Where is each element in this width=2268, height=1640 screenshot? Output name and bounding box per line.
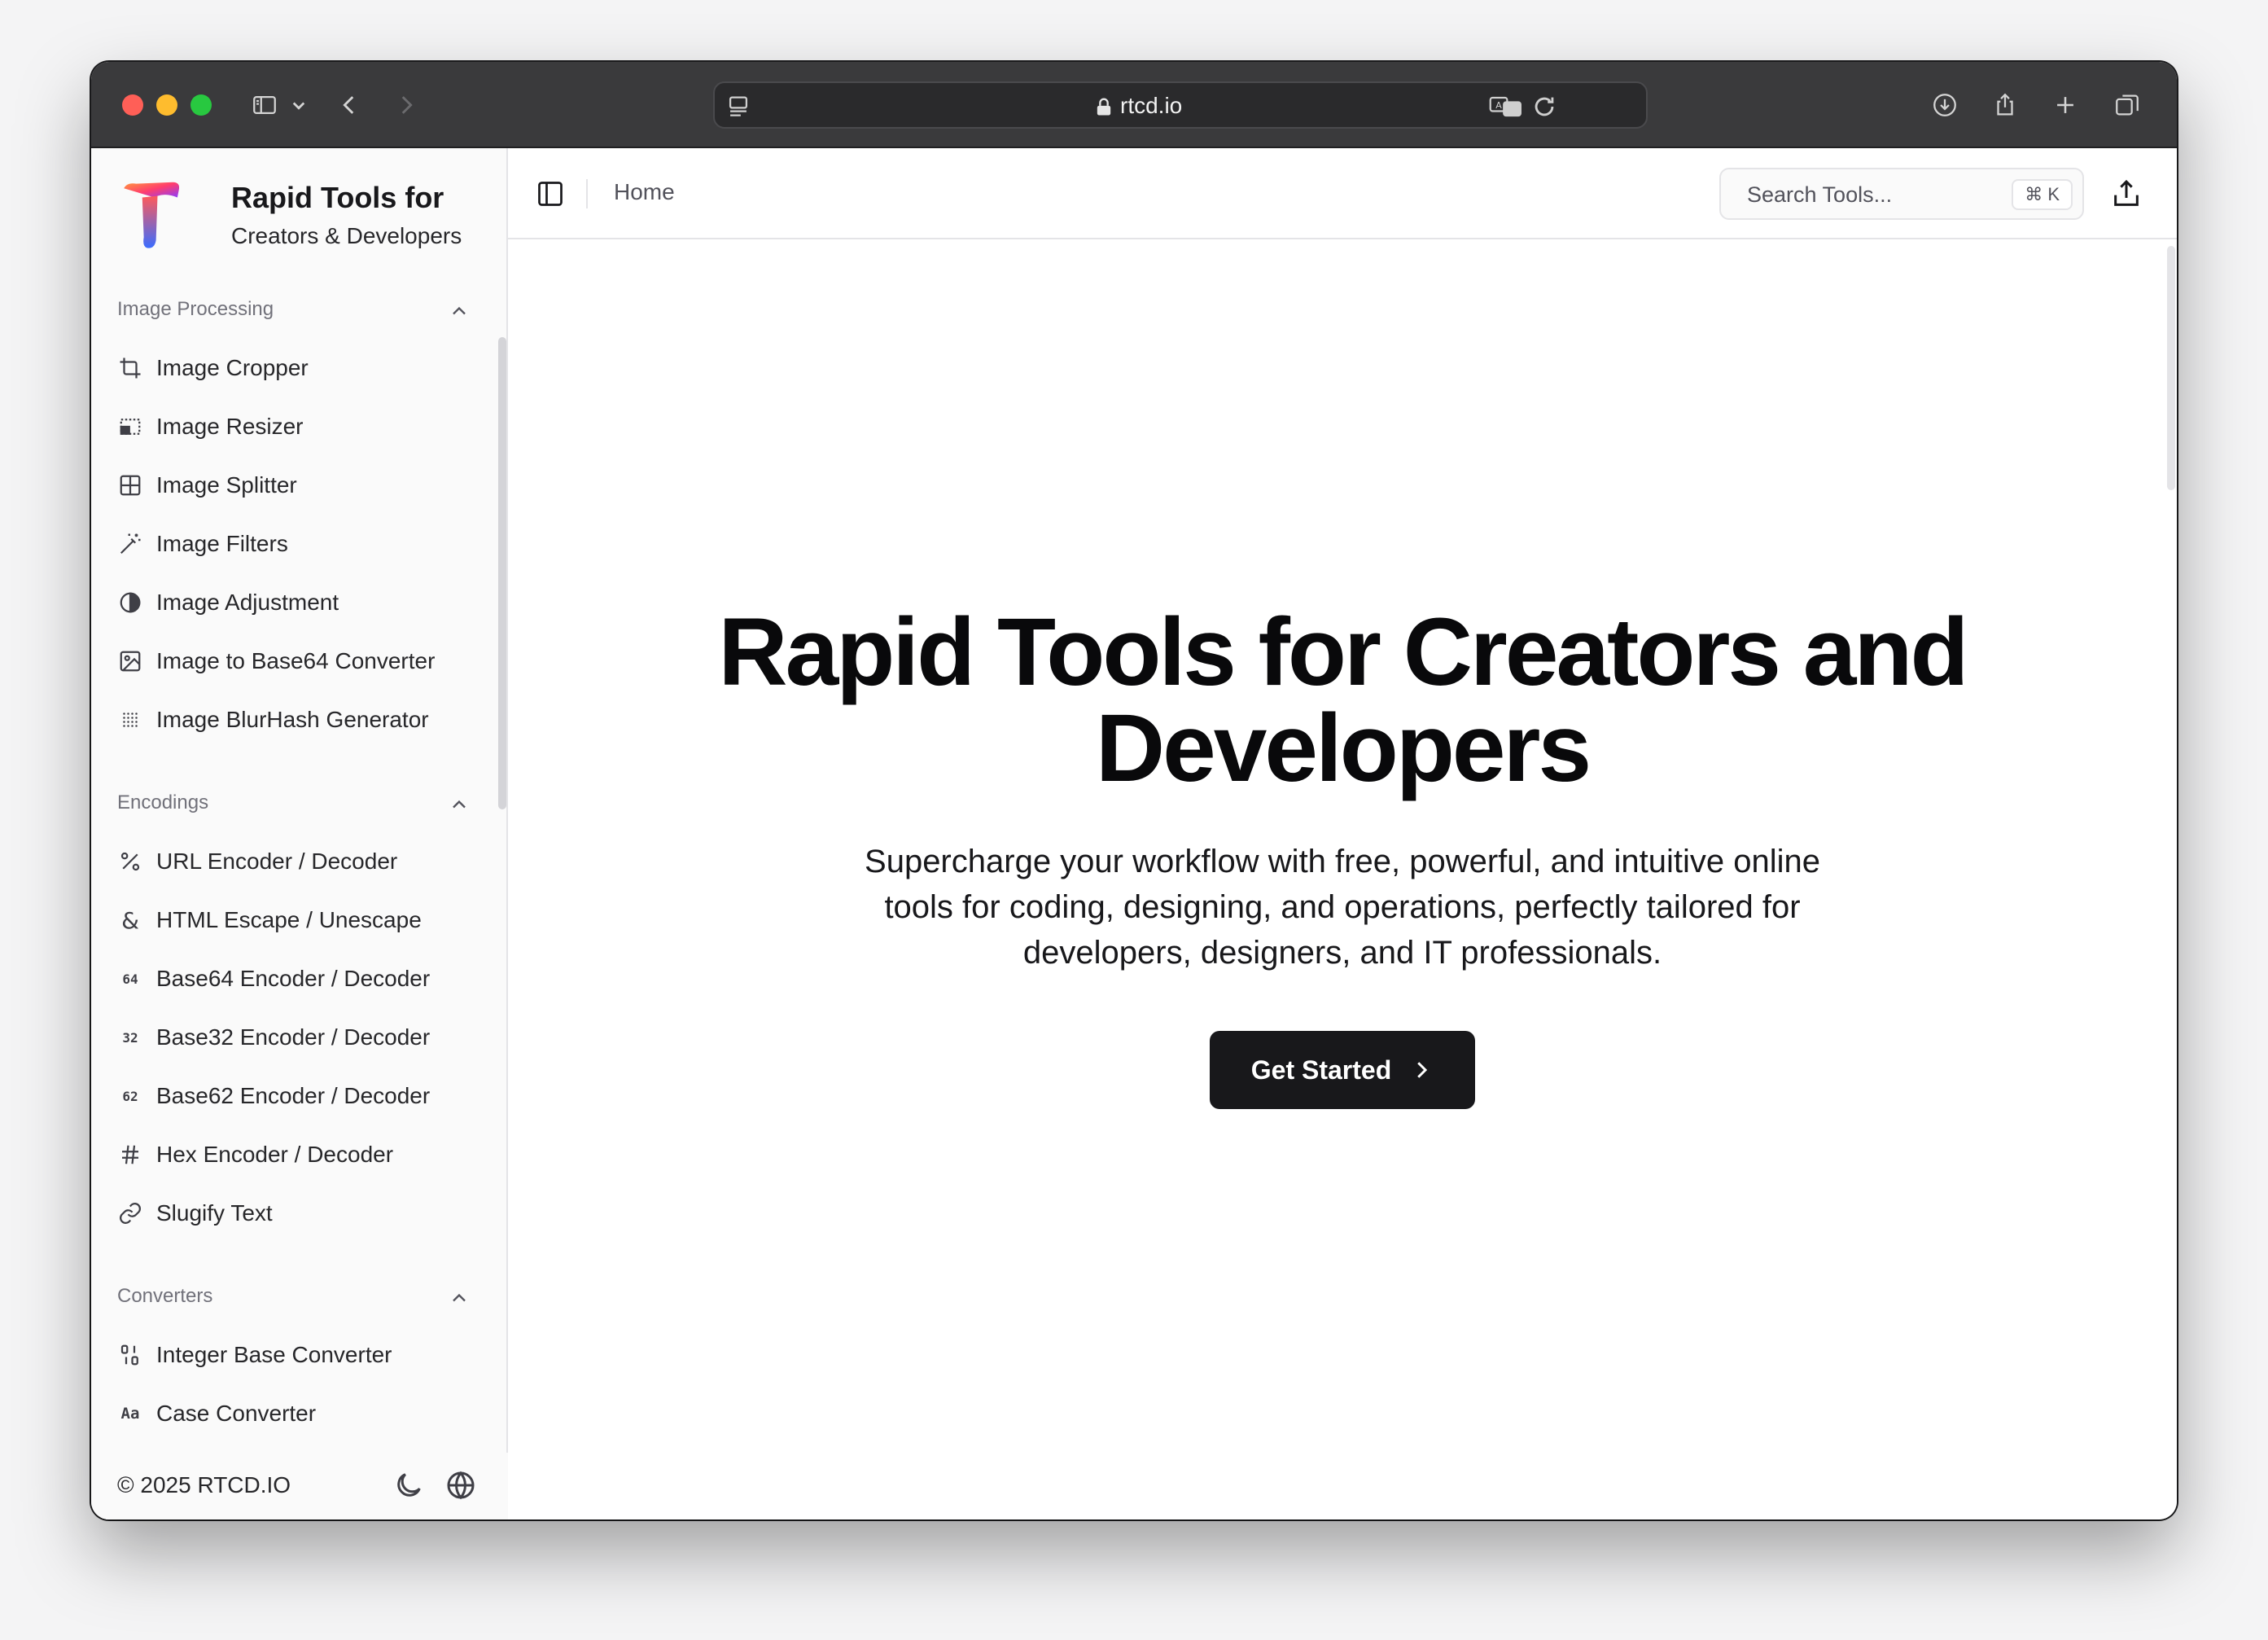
percent-icon: [117, 849, 143, 875]
brand[interactable]: Rapid Tools for Creators & Developers: [120, 179, 495, 261]
chevron-up-icon[interactable]: [448, 793, 471, 816]
hero: Rapid Tools for Creators and Developers …: [508, 604, 2177, 1109]
image-code-icon: [117, 648, 143, 674]
group-converters[interactable]: Converters: [91, 1272, 498, 1326]
group-title: Image Processing: [117, 298, 274, 320]
group-title: Converters: [117, 1285, 213, 1307]
page-header: Home Search Tools... ⌘ K: [508, 148, 2177, 239]
chevron-down-icon[interactable]: [287, 86, 311, 124]
svg-text:A: A: [1495, 100, 1502, 111]
group-title: Encodings: [117, 791, 209, 813]
62-icon: 62: [122, 1088, 138, 1104]
globe-icon[interactable]: [444, 1469, 477, 1502]
sidebar-item-url-encoder[interactable]: URL Encoder / Decoder: [91, 832, 498, 891]
brand-subtitle: Creators & Developers: [231, 223, 462, 248]
get-started-label: Get Started: [1250, 1055, 1392, 1085]
zoom-window-button[interactable]: [190, 94, 212, 116]
sidebar-scrollbar[interactable]: [498, 337, 506, 809]
sidebar-item-base62[interactable]: 62 Base62 Encoder / Decoder: [91, 1067, 498, 1125]
ampersand-icon: &: [121, 906, 139, 934]
hero-title: Rapid Tools for Creators and Developers: [718, 599, 1968, 802]
panel-toggle-icon[interactable]: [536, 179, 565, 208]
share-icon[interactable]: [2110, 178, 2143, 210]
breadcrumb[interactable]: Home: [614, 179, 675, 205]
downloads-icon[interactable]: [1926, 86, 1964, 124]
case-icon: Aa: [120, 1405, 140, 1423]
hash-icon: [117, 1142, 143, 1168]
header-divider: [586, 179, 588, 208]
crop-icon: [117, 355, 143, 381]
sidebar-item-image-cropper[interactable]: Image Cropper: [91, 339, 498, 397]
browser-window: rtcd.io A Rapid Tools for Creators & Dev…: [91, 62, 2177, 1519]
sidebar-item-base32[interactable]: 32 Base32 Encoder / Decoder: [91, 1008, 498, 1067]
chevron-right-icon: [1417, 1062, 1428, 1078]
binary-icon: [117, 1342, 143, 1368]
tab-overview-icon[interactable]: [2108, 86, 2146, 124]
main-content: Home Search Tools... ⌘ K Rapid Tools for…: [508, 148, 2177, 1519]
64-icon: 64: [122, 971, 138, 987]
browser-titlebar: rtcd.io A: [91, 62, 2177, 148]
sidebar-item-html-escape[interactable]: & HTML Escape / Unescape: [91, 891, 498, 949]
sidebar-item-base64[interactable]: 64 Base64 Encoder / Decoder: [91, 949, 498, 1008]
new-tab-icon[interactable]: [2047, 86, 2084, 124]
share-icon[interactable]: [1986, 86, 2024, 124]
group-image-processing[interactable]: Image Processing: [91, 285, 498, 339]
dots-grid-icon: [117, 707, 143, 733]
wand-icon: [117, 531, 143, 557]
search-shortcut-badge: ⌘ K: [2012, 179, 2073, 210]
get-started-button[interactable]: Get Started: [1210, 1031, 1475, 1109]
sidebar: Rapid Tools for Creators & Developers Im…: [91, 148, 508, 1519]
sidebar-item-image-blurhash[interactable]: Image BlurHash Generator: [91, 691, 498, 749]
sidebar-item-hex-encoder[interactable]: Hex Encoder / Decoder: [91, 1125, 498, 1184]
rapid-tools-logo-icon: [124, 182, 180, 248]
copyright-text: © 2025 RTCD.IO: [117, 1472, 291, 1497]
back-arrow-icon[interactable]: [331, 86, 368, 124]
grid-icon: [117, 472, 143, 498]
link-icon: [117, 1200, 143, 1226]
hero-subtitle: Supercharge your workflow with free, pow…: [865, 844, 1820, 971]
sidebar-footer: © 2025 RTCD.IO: [91, 1453, 508, 1519]
sidebar-item-image-filters[interactable]: Image Filters: [91, 515, 498, 573]
translate-icon[interactable]: A: [1488, 93, 1524, 121]
resize-icon: [117, 414, 143, 440]
forward-arrow-icon[interactable]: [387, 86, 425, 124]
lock-icon: [1097, 98, 1111, 116]
32-icon: 32: [122, 1029, 138, 1046]
sidebar-item-case-converter[interactable]: Aa Case Converter: [91, 1384, 498, 1425]
brand-title: Rapid Tools for: [231, 181, 444, 214]
chevron-up-icon[interactable]: [448, 1287, 471, 1309]
main-scrollbar[interactable]: [2167, 246, 2175, 490]
address-bar[interactable]: rtcd.io A: [713, 81, 1648, 129]
close-window-button[interactable]: [122, 94, 143, 116]
sidebar-item-slugify[interactable]: Slugify Text: [91, 1184, 498, 1243]
search-placeholder: Search Tools...: [1747, 182, 1893, 207]
sidebar-item-image-adjustment[interactable]: Image Adjustment: [91, 573, 498, 632]
sidebar-item-image-resizer[interactable]: Image Resizer: [91, 397, 498, 456]
sidebar-item-image-to-base64[interactable]: Image to Base64 Converter: [91, 632, 498, 691]
sidebar-nav: Image Processing Image Cropper Image Res…: [91, 285, 498, 1425]
url-text: rtcd.io: [1120, 93, 1183, 118]
group-encodings[interactable]: Encodings: [91, 778, 498, 832]
contrast-icon: [117, 590, 143, 616]
minimize-window-button[interactable]: [156, 94, 177, 116]
chevron-up-icon[interactable]: [448, 300, 471, 322]
reload-icon[interactable]: [1530, 93, 1558, 121]
sidebar-item-image-splitter[interactable]: Image Splitter: [91, 456, 498, 515]
sidebar-toggle-icon[interactable]: [246, 86, 283, 124]
search-input[interactable]: Search Tools... ⌘ K: [1719, 168, 2084, 220]
page-menu-icon[interactable]: [725, 93, 752, 121]
sidebar-item-integer-base-converter[interactable]: Integer Base Converter: [91, 1326, 498, 1384]
moon-icon[interactable]: [392, 1469, 425, 1502]
